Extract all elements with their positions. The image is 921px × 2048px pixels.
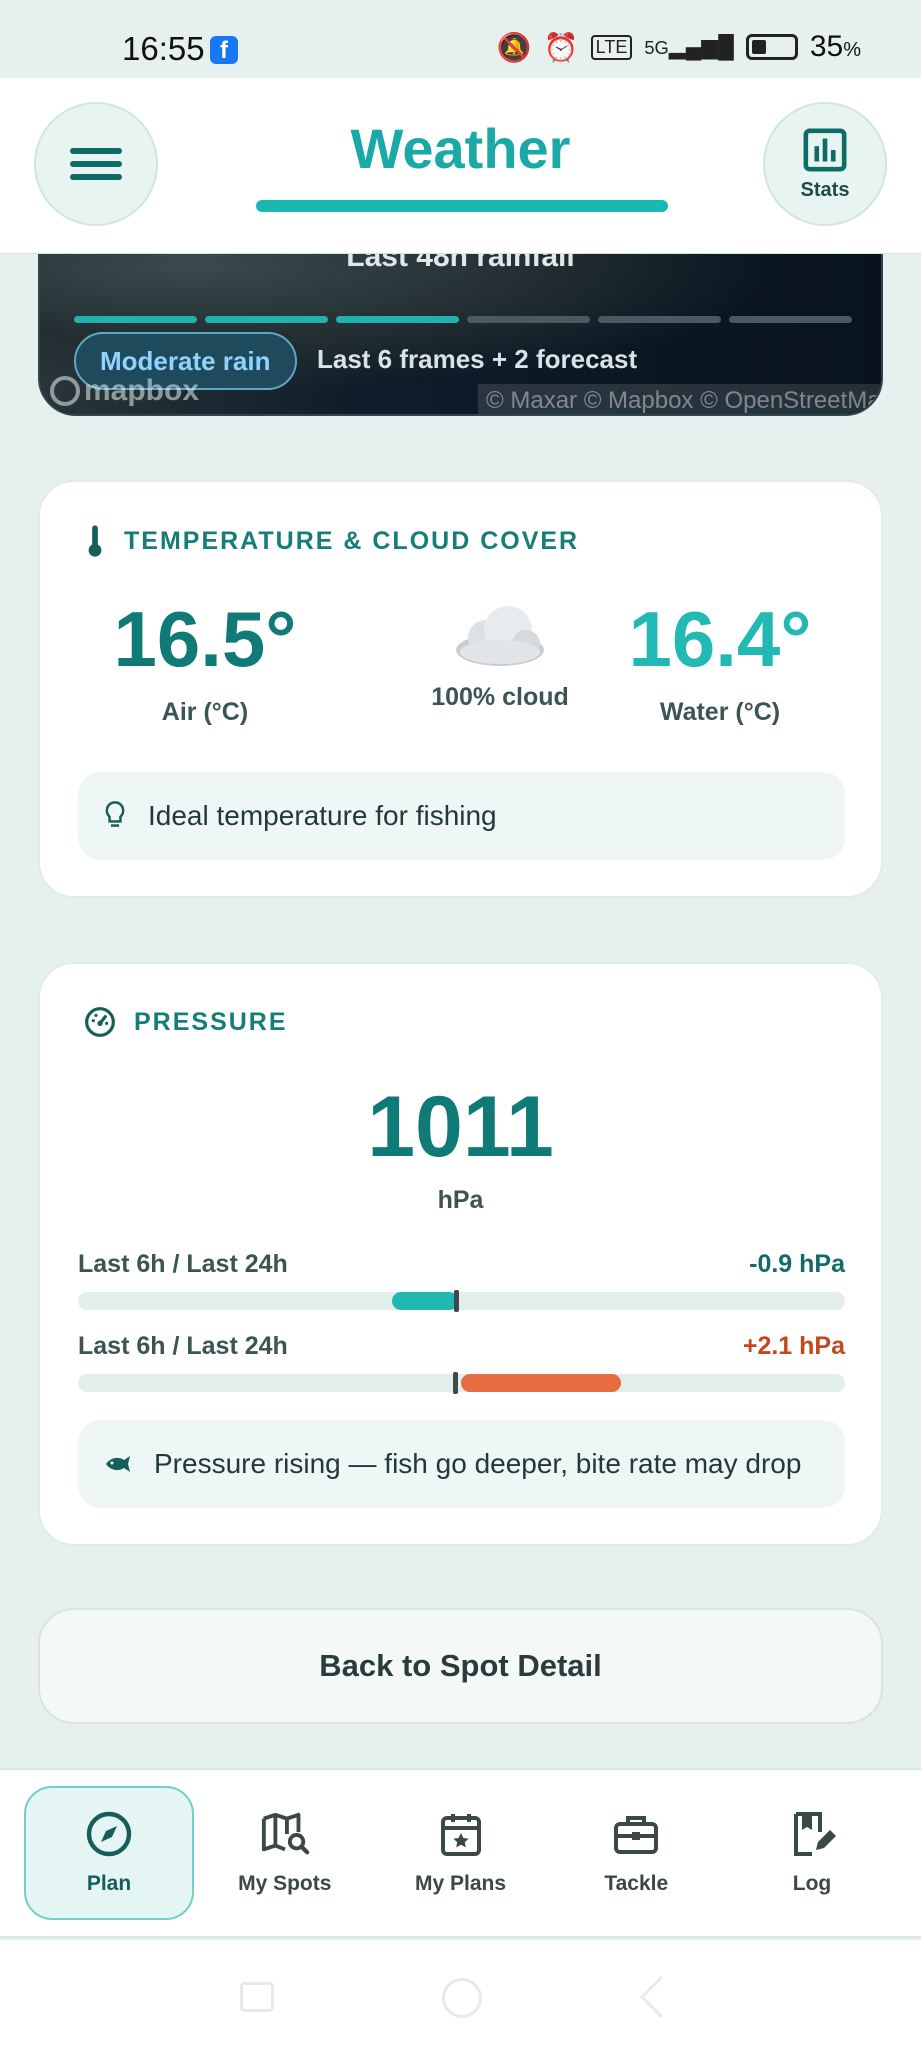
nav-label: Tackle <box>604 1872 669 1895</box>
bottom-navigation: Plan My Spots My Plans Tackle Log <box>0 1768 921 1938</box>
stats-button[interactable]: Stats <box>763 102 887 226</box>
pressure-trend-bar-down <box>78 1290 845 1312</box>
cloud-icon <box>456 606 544 666</box>
bar-chart-icon <box>803 128 847 171</box>
temperature-tip: Ideal temperature for fishing <box>78 772 845 860</box>
air-temp-value: 16.5° <box>113 595 297 683</box>
frame-segment <box>336 316 459 323</box>
volte-icon: LTE <box>590 34 633 60</box>
system-navigation-bar <box>0 1940 921 2048</box>
mapbox-logo: mapbox <box>50 374 199 408</box>
temperature-tip-text: Ideal temperature for fishing <box>148 800 497 831</box>
nav-plan[interactable]: Plan <box>24 1786 194 1920</box>
frame-segment <box>467 316 590 323</box>
lightbulb-icon <box>105 801 125 827</box>
calendar-star-icon <box>440 1814 481 1856</box>
home-button[interactable] <box>442 1978 482 2018</box>
network-type: 5G <box>644 37 669 58</box>
trend-label: Last 6h / Last 24h <box>78 1250 288 1278</box>
nav-log[interactable]: Log <box>727 1786 897 1920</box>
nav-label: My Plans <box>414 1872 507 1895</box>
zero-marker <box>453 1372 458 1394</box>
zero-marker <box>454 1290 459 1312</box>
back-button[interactable] <box>639 1975 683 2019</box>
notebook-edit-icon <box>794 1812 836 1856</box>
pressure-header: PRESSURE <box>84 1006 288 1038</box>
pressure-tip: Pressure rising — fish go deeper, bite r… <box>78 1420 845 1508</box>
mapbox-logo-icon <box>50 376 80 406</box>
water-temp-value: 16.4° <box>628 595 812 683</box>
cloud-cover-label: 100% cloud <box>431 683 569 711</box>
water-temp: 16.4° Water (°C) <box>595 600 845 727</box>
alarm-icon: ⏰ <box>543 31 579 63</box>
air-temp-label: Air (°C) <box>161 698 249 726</box>
signal-icon: 5G▂▄▆█ <box>644 34 734 59</box>
title-underline <box>256 200 668 212</box>
trend-fill <box>392 1292 458 1310</box>
nav-label: My Spots <box>238 1872 332 1895</box>
pressure-value: 1011 <box>367 1079 554 1175</box>
gauge-icon <box>85 1007 115 1037</box>
compass-icon <box>86 1811 132 1857</box>
nav-label: Log <box>792 1872 832 1895</box>
frame-segment <box>74 316 197 323</box>
frame-segment <box>205 316 328 323</box>
nav-my-plans[interactable]: My Plans <box>376 1786 546 1920</box>
pressure-unit: hPa <box>437 1186 484 1214</box>
frame-segment <box>729 316 852 323</box>
facebook-notification-icon: f <box>210 36 238 64</box>
thermometer-icon <box>88 525 102 557</box>
trend-label: Last 6h / Last 24h <box>78 1332 288 1360</box>
battery-percent: 35% <box>809 30 861 63</box>
frame-progress <box>74 316 852 323</box>
temperature-card: TEMPERATURE & CLOUD COVER 16.5° Air (°C)… <box>38 480 883 898</box>
air-temp: 16.5° Air (°C) <box>80 600 330 727</box>
trend-value: +2.1 hPa <box>742 1332 845 1360</box>
nav-my-spots[interactable]: My Spots <box>200 1786 370 1920</box>
status-icons: 🔕 ⏰ LTE 5G▂▄▆█ 35% <box>497 30 861 64</box>
temperature-header: TEMPERATURE & CLOUD COVER <box>84 524 579 558</box>
back-to-spot-detail-button[interactable]: Back to Spot Detail <box>38 1608 883 1724</box>
recents-button[interactable] <box>240 1982 274 2012</box>
stats-label: Stats <box>800 178 850 201</box>
mute-icon: 🔕 <box>496 31 532 63</box>
temperature-heading: TEMPERATURE & CLOUD COVER <box>124 526 580 555</box>
pressure-tip-text: Pressure rising — fish go deeper, bite r… <box>154 1448 802 1479</box>
pressure-heading: PRESSURE <box>134 1007 288 1036</box>
frame-segment <box>598 316 721 323</box>
pressure-trend-up: Last 6h / Last 24h +2.1 hPa <box>78 1332 845 1361</box>
pressure-trend-bar-up <box>78 1372 845 1394</box>
map-search-icon <box>261 1812 309 1855</box>
status-time: 16:55 <box>122 30 205 67</box>
map-attribution[interactable]: © Maxar © Mapbox © OpenStreetMap <box>478 384 881 414</box>
nav-tackle[interactable]: Tackle <box>551 1786 721 1920</box>
pressure-trend-down: Last 6h / Last 24h -0.9 hPa <box>78 1250 845 1279</box>
cloud-cover: 100% cloud <box>400 602 600 712</box>
water-temp-label: Water (°C) <box>659 698 781 726</box>
pressure-card: PRESSURE 1011 hPa Last 6h / Last 24h -0.… <box>38 962 883 1546</box>
trend-value: -0.9 hPa <box>749 1250 845 1278</box>
nav-label: Plan <box>86 1872 132 1895</box>
trend-fill <box>461 1374 621 1392</box>
fish-icon <box>106 1456 130 1472</box>
status-bar: 16:55 f 🔕 ⏰ LTE 5G▂▄▆█ 35% <box>0 0 921 78</box>
battery-icon <box>745 34 798 60</box>
frames-info: Last 6 frames + 2 forecast <box>317 344 638 374</box>
toolbox-icon <box>614 1816 659 1854</box>
app-header: Weather Stats <box>0 78 921 254</box>
